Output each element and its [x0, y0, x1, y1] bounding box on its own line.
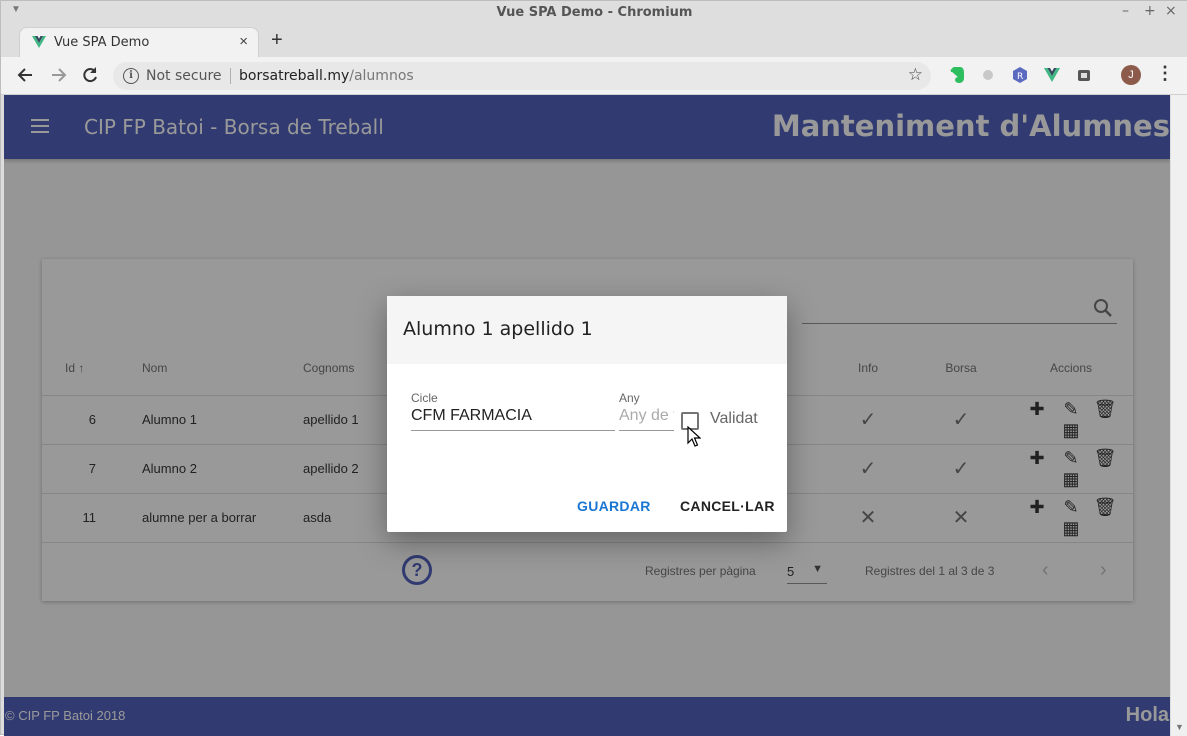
reload-icon[interactable]	[80, 65, 100, 85]
address-bar[interactable]: i Not secure borsatreball.my/alumnos ☆	[113, 62, 931, 90]
mouse-cursor-icon	[687, 426, 701, 447]
svg-text:R: R	[1017, 72, 1023, 82]
any-input[interactable]: Any de finalització	[619, 405, 674, 431]
forward-icon[interactable]	[48, 65, 68, 85]
tab-close-icon[interactable]: ×	[239, 33, 248, 50]
edit-student-dialog: Alumno 1 apellido 1 Cicle CFM FARMACIA A…	[387, 296, 787, 532]
cicle-field[interactable]: Cicle CFM FARMACIA	[411, 391, 615, 431]
maximize-button[interactable]: +	[1144, 3, 1156, 19]
tab-vue-spa-demo[interactable]: Vue SPA Demo ×	[19, 27, 259, 57]
validat-label[interactable]: Validat	[710, 410, 758, 428]
bookmark-star-icon[interactable]: ☆	[908, 65, 923, 85]
window-title: Vue SPA Demo - Chromium	[496, 5, 693, 20]
site-info-icon[interactable]: i	[123, 68, 139, 84]
any-label: Any	[619, 391, 640, 405]
puzzle-extension-icon[interactable]	[1076, 67, 1092, 83]
tab-strip: Vue SPA Demo × +	[1, 25, 1187, 57]
r-extension-icon[interactable]: R	[1012, 67, 1028, 83]
url-host: borsatreball.my	[239, 68, 350, 84]
cancel-button[interactable]: CANCEL·LAR	[680, 498, 775, 514]
tab-title: Vue SPA Demo	[54, 35, 150, 50]
cicle-label: Cicle	[411, 391, 438, 405]
title-bar: ▼ Vue SPA Demo - Chromium – + ×	[1, 1, 1187, 25]
page-scrollbar[interactable]: ▼	[1170, 95, 1187, 736]
url-text: borsatreball.my/alumnos	[239, 68, 414, 84]
url-path: /alumnos	[349, 68, 414, 84]
vue-logo-icon	[32, 36, 46, 48]
save-button[interactable]: GUARDAR	[577, 498, 651, 514]
address-divider	[230, 68, 231, 84]
evernote-extension-icon[interactable]	[948, 67, 964, 83]
profile-avatar[interactable]: J	[1121, 65, 1141, 85]
scroll-down-icon[interactable]: ▼	[1175, 722, 1184, 732]
back-icon[interactable]	[16, 65, 36, 85]
minimize-button[interactable]: –	[1122, 3, 1129, 19]
cicle-value[interactable]: CFM FARMACIA	[411, 405, 615, 431]
browser-window: ▼ Vue SPA Demo - Chromium – + × Vue SPA …	[0, 0, 1187, 736]
new-tab-button[interactable]: +	[271, 29, 283, 52]
any-field[interactable]: Any Any de finalització	[619, 391, 674, 431]
not-secure-label: Not secure	[146, 68, 222, 84]
vue-devtools-icon[interactable]	[1044, 67, 1060, 83]
dialog-title: Alumno 1 apellido 1	[387, 296, 787, 364]
close-window-button[interactable]: ×	[1165, 3, 1177, 19]
browser-menu-icon[interactable]: ⋮	[1156, 63, 1174, 84]
grey-dot-extension-icon[interactable]	[980, 67, 996, 83]
browser-toolbar: i Not secure borsatreball.my/alumnos ☆ R…	[1, 57, 1187, 95]
